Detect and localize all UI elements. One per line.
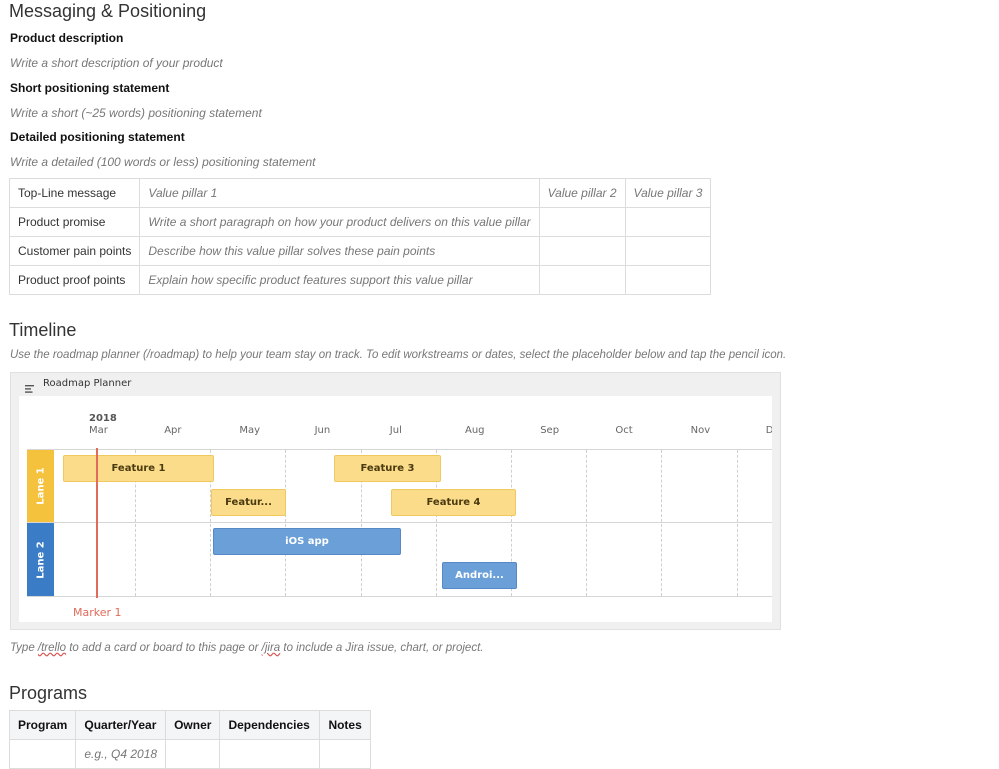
short-positioning-label: Short positioning statement — [10, 81, 170, 95]
table-row: Customer pain points Describe how this v… — [8, 236, 712, 266]
table-cell[interactable]: Value pillar 1 — [139, 178, 540, 208]
month-label: Jul — [389, 425, 402, 436]
month-gridline — [586, 450, 588, 596]
messaging-title: Messaging & Positioning — [9, 1, 207, 21]
timeline-footer-note: Type /trello to add a card or board to t… — [10, 642, 483, 654]
table-cell[interactable]: Write a short paragraph on how your prod… — [139, 207, 540, 237]
table-row: Top-Line message Value pillar 1 Value pi… — [8, 178, 712, 208]
table-cell[interactable]: Product promise — [8, 207, 141, 237]
month-label: Nov — [690, 425, 711, 436]
feature-bar[interactable]: Feature 1 — [63, 455, 214, 482]
timeline-description: Use the roadmap planner (/roadmap) to he… — [10, 349, 787, 361]
lane-2[interactable]: Lane 2 — [27, 523, 54, 596]
product-description-placeholder[interactable]: Write a short description of your produc… — [10, 56, 223, 70]
trello-command[interactable]: /trello — [38, 642, 66, 654]
table-cell[interactable]: Value pillar 3 — [624, 178, 712, 208]
feature-bar[interactable]: iOS app — [213, 528, 401, 555]
lane-divider — [27, 522, 772, 523]
table-cell[interactable] — [219, 739, 321, 769]
month-label: May — [239, 425, 261, 436]
roadmap-icon — [25, 380, 34, 393]
table-cell[interactable] — [165, 739, 221, 769]
table-cell[interactable] — [624, 207, 712, 237]
column-header[interactable]: Program — [8, 710, 77, 740]
marker-label[interactable]: Marker 1 — [73, 606, 122, 619]
column-header[interactable]: Owner — [165, 710, 221, 740]
short-positioning-placeholder[interactable]: Write a short (~25 words) positioning st… — [10, 106, 262, 120]
column-header[interactable]: Quarter/Year — [75, 710, 167, 740]
feature-bar[interactable]: Androi... — [442, 562, 517, 589]
roadmap-header: Roadmap Planner — [43, 378, 132, 389]
roadmap-canvas[interactable]: 2018 Mar Apr May Jun Jul Aug Sep Oct Nov D Lane 1… — [19, 396, 772, 622]
feature-bar[interactable]: Featur... — [211, 489, 286, 516]
table-cell[interactable] — [538, 265, 626, 295]
table-cell[interactable]: Top-Line message — [8, 178, 141, 208]
footer-text: to add a card or board to this page or — [66, 642, 262, 654]
month-label: Aug — [465, 425, 485, 436]
feature-bar[interactable]: Feature 4 — [391, 489, 516, 516]
feature-bar[interactable]: Feature 3 — [334, 455, 441, 482]
product-description-label: Product description — [10, 31, 124, 45]
month-label: Oct — [615, 425, 633, 436]
footer-text: Type — [10, 642, 38, 654]
detailed-positioning-placeholder[interactable]: Write a detailed (100 words or less) pos… — [10, 155, 315, 169]
footer-text: to include a Jira issue, chart, or proje… — [280, 642, 484, 654]
detailed-positioning-label: Detailed positioning statement — [10, 130, 185, 144]
table-cell[interactable] — [624, 265, 712, 295]
roadmap-year: 2018 — [89, 413, 117, 424]
lane-divider — [27, 596, 772, 597]
table-cell[interactable] — [538, 236, 626, 266]
jira-command[interactable]: /jira — [262, 642, 281, 654]
lane-divider — [27, 449, 772, 450]
month-label: Mar — [89, 425, 108, 436]
lane-1[interactable]: Lane 1 — [27, 450, 54, 522]
table-cell[interactable]: Customer pain points — [8, 236, 141, 266]
column-header[interactable]: Dependencies — [219, 710, 321, 740]
table-cell[interactable] — [8, 739, 77, 769]
table-cell[interactable]: Product proof points — [8, 265, 141, 295]
table-row: Product proof points Explain how specifi… — [8, 265, 712, 295]
table-header-row: Program Quarter/Year Owner Dependencies … — [8, 710, 371, 740]
table-cell[interactable] — [319, 739, 371, 769]
table-cell[interactable] — [624, 236, 712, 266]
month-gridline — [285, 450, 287, 596]
month-label: Jun — [314, 425, 331, 436]
month-gridline — [661, 450, 663, 596]
column-header[interactable]: Notes — [319, 710, 371, 740]
programs-table: Program Quarter/Year Owner Dependencies … — [8, 710, 371, 769]
table-row: Product promise Write a short paragraph … — [8, 207, 712, 237]
table-cell[interactable]: e.g., Q4 2018 — [75, 739, 167, 769]
marker-line[interactable] — [96, 448, 98, 598]
table-cell[interactable]: Describe how this value pillar solves th… — [139, 236, 540, 266]
table-cell[interactable] — [538, 207, 626, 237]
table-cell[interactable]: Explain how specific product features su… — [139, 265, 540, 295]
month-label: Apr — [164, 425, 182, 436]
messaging-table: Top-Line message Value pillar 1 Value pi… — [8, 178, 712, 295]
month-label: D — [765, 425, 772, 436]
timeline-title: Timeline — [9, 320, 77, 340]
programs-title: Programs — [9, 683, 88, 703]
table-row: e.g., Q4 2018 — [8, 739, 371, 769]
roadmap-planner[interactable]: Roadmap Planner 2018 Mar Apr May Jun Jul Aug S… — [10, 372, 781, 630]
table-cell[interactable]: Value pillar 2 — [538, 178, 626, 208]
month-gridline — [736, 450, 738, 596]
month-label: Sep — [540, 425, 560, 436]
